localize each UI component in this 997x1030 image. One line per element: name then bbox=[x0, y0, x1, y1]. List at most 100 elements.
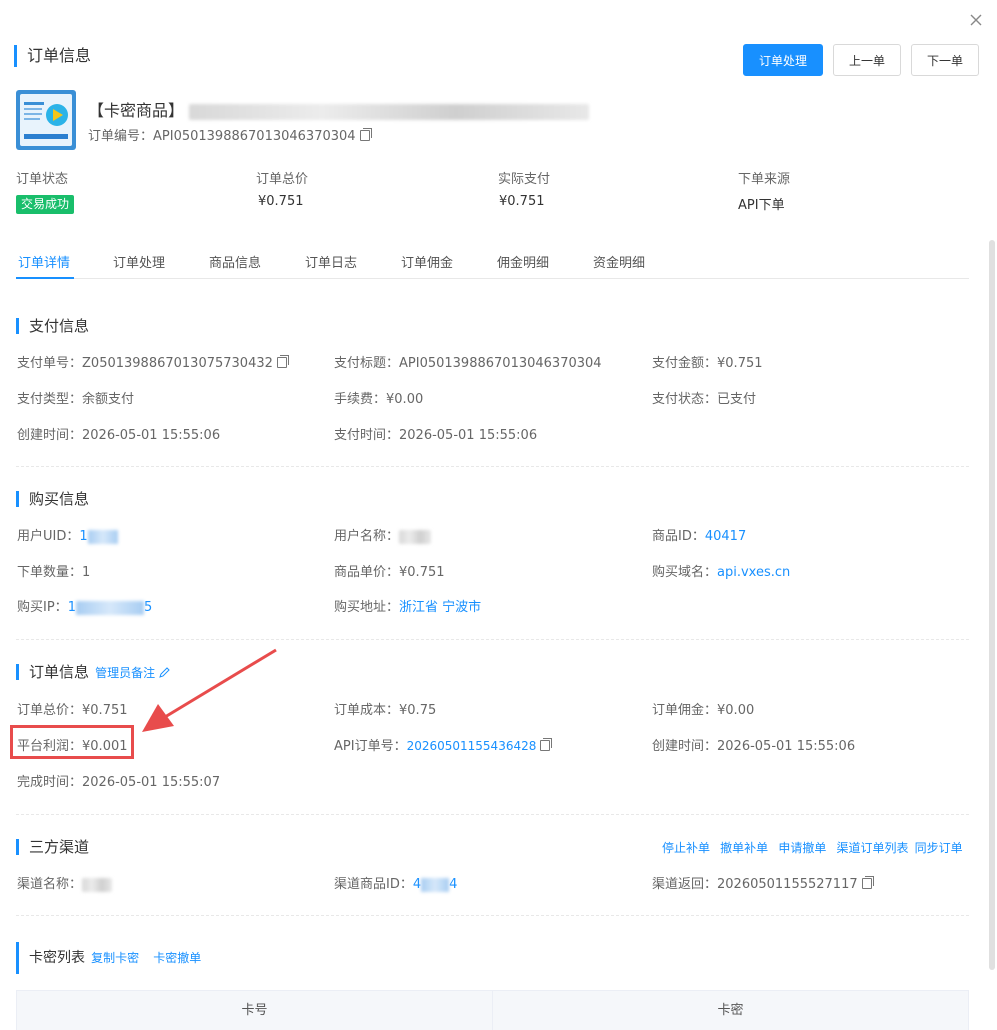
buy-domain-label: 购买域名： bbox=[652, 565, 718, 580]
order-commission-value: ¥0.00 bbox=[717, 703, 755, 718]
tab-order-commission[interactable]: 订单佣金 bbox=[401, 252, 453, 271]
pay-time-label: 支付时间： bbox=[334, 428, 400, 443]
channel-goods-id-end[interactable]: 4 bbox=[449, 877, 457, 892]
section-title-buy: 购买信息 bbox=[16, 491, 89, 507]
pay-status-value: 已支付 bbox=[717, 392, 757, 407]
pay-type: 支付类型：余额支付 bbox=[17, 388, 134, 407]
order-profit-label: 平台利润： bbox=[17, 739, 83, 754]
redacted-channel-goods-id bbox=[421, 877, 450, 892]
prev-order-button[interactable]: 上一单 bbox=[833, 44, 901, 76]
pay-no-value: Z05013988670130757304​32 bbox=[82, 356, 273, 371]
summary-label-status: 订单状态 bbox=[16, 172, 69, 187]
buy-goods-id-value[interactable]: 40417 bbox=[705, 529, 746, 544]
pay-time: 支付时间：2026-05-01 15:55:06 bbox=[334, 424, 537, 443]
copy-icon[interactable] bbox=[540, 738, 553, 751]
order-done-value: 2026-05-01 15:55:07 bbox=[82, 775, 221, 790]
channel-return-value: 20260501155527117 bbox=[717, 877, 858, 892]
pay-type-value: 余额支付 bbox=[82, 392, 135, 407]
channel-goods-id-label: 渠道商品ID： bbox=[334, 877, 413, 892]
section-title-cards-text: 卡密列表 bbox=[29, 950, 85, 966]
buy-uid-label: 用户UID： bbox=[17, 529, 80, 544]
pay-status-label: 支付状态： bbox=[652, 392, 718, 407]
copy-icon[interactable] bbox=[861, 876, 874, 889]
close-icon[interactable] bbox=[968, 12, 984, 28]
tab-order-detail[interactable]: 订单详情 bbox=[18, 252, 70, 271]
tab-commission-detail[interactable]: 佣金明细 bbox=[497, 252, 549, 271]
pay-created-value: 2026-05-01 15:55:06 bbox=[82, 428, 221, 443]
order-commission-label: 订单佣金： bbox=[652, 703, 718, 718]
redacted-product-name bbox=[189, 103, 590, 120]
order-api-no-label: API订单号： bbox=[334, 739, 407, 754]
pay-status: 支付状态：已支付 bbox=[652, 388, 756, 407]
apply-revoke-link[interactable]: 申请撤单 bbox=[778, 841, 826, 855]
buy-ip-label: 购买IP： bbox=[17, 600, 68, 615]
pay-created: 创建时间：2026-05-01 15:55:06 bbox=[17, 424, 220, 443]
order-api-no: API订单号：20260501155436428 bbox=[334, 735, 553, 754]
cards-table-header: 卡号 卡密 bbox=[16, 990, 969, 1030]
order-number: 订单编号：API05013988670130463703​04 bbox=[88, 125, 372, 144]
tab-order-process[interactable]: 订单处理 bbox=[113, 252, 165, 271]
buy-ip-end[interactable]: 5 bbox=[144, 600, 152, 615]
tabs-baseline bbox=[16, 278, 969, 279]
summary-paid: ¥0.751 bbox=[499, 194, 545, 209]
order-total: 订单总价：¥0.751 bbox=[17, 699, 128, 718]
col-card-no: 卡号 bbox=[17, 991, 493, 1030]
pay-amount-label: 支付金额： bbox=[652, 356, 718, 371]
buy-address: 购买地址：浙江省 宁波市 bbox=[334, 596, 481, 615]
card-revoke-link[interactable]: 卡密撤单 bbox=[153, 951, 201, 965]
next-order-button[interactable]: 下一单 bbox=[911, 44, 979, 76]
buy-address-label: 购买地址： bbox=[334, 600, 400, 615]
summary-source: API下单 bbox=[738, 198, 785, 213]
order-done-label: 完成时间： bbox=[17, 775, 83, 790]
order-done: 完成时间：2026-05-01 15:55:07 bbox=[17, 771, 220, 790]
channel-goods-id-start[interactable]: 4 bbox=[413, 877, 421, 892]
stop-resupply-link[interactable]: 停止补单 bbox=[662, 841, 710, 855]
order-created-value: 2026-05-01 15:55:06 bbox=[717, 739, 856, 754]
buy-domain: 购买域名：api.vxes.cn bbox=[652, 561, 790, 580]
buy-address-city[interactable]: 宁波市 bbox=[442, 600, 481, 615]
scrollbar[interactable] bbox=[989, 240, 995, 970]
channel-name: 渠道名称： bbox=[17, 873, 113, 892]
order-process-button[interactable]: 订单处理 bbox=[743, 44, 823, 76]
redacted-username bbox=[399, 529, 432, 544]
buy-goods-id-label: 商品ID： bbox=[652, 529, 705, 544]
tab-active-indicator bbox=[16, 277, 74, 279]
annotation-arrow bbox=[142, 648, 277, 732]
pay-title-label: 支付标题： bbox=[334, 356, 400, 371]
tab-goods-info[interactable]: 商品信息 bbox=[209, 252, 261, 271]
pay-fee-value: ¥0.00 bbox=[386, 392, 424, 407]
buy-address-province[interactable]: 浙江省 bbox=[399, 600, 438, 615]
order-cost-label: 订单成本： bbox=[334, 703, 400, 718]
pay-type-label: 支付类型： bbox=[17, 392, 83, 407]
copy-cards-link[interactable]: 复制卡密 bbox=[91, 951, 139, 965]
pay-no: 支付单号：Z05013988670130757304​32 bbox=[17, 352, 289, 371]
product-name-prefix: 【卡密商品】 bbox=[88, 101, 185, 120]
channel-goods-id: 渠道商品ID：4 4 bbox=[334, 873, 457, 892]
order-api-no-value[interactable]: 20260501155436428 bbox=[407, 739, 537, 753]
summary-label-paid: 实际支付 bbox=[498, 172, 551, 187]
order-created-label: 创建时间： bbox=[652, 739, 718, 754]
sync-order-link[interactable]: 同步订单 bbox=[915, 841, 963, 855]
redacted-uid bbox=[87, 529, 118, 544]
buy-uid-value[interactable]: 1 bbox=[79, 529, 87, 544]
summary-label-source: 下单来源 bbox=[738, 172, 791, 187]
buy-username: 用户名称： bbox=[334, 525, 432, 544]
buy-price: 商品单价：¥0.751 bbox=[334, 561, 445, 580]
order-no-value: API05013988670130463703​04 bbox=[153, 129, 356, 144]
buy-goods-id: 商品ID：40417 bbox=[652, 525, 746, 544]
buy-domain-value[interactable]: api.vxes.cn bbox=[717, 565, 790, 580]
copy-icon[interactable] bbox=[359, 128, 372, 141]
col-card-secret: 卡密 bbox=[717, 1003, 744, 1018]
order-profit-value: ¥0.001 bbox=[82, 739, 128, 754]
buy-ip-start[interactable]: 1 bbox=[68, 600, 76, 615]
divider bbox=[16, 466, 969, 467]
copy-icon[interactable] bbox=[276, 355, 289, 368]
pay-title: 支付标题：API05013988670130463703​04 bbox=[334, 352, 602, 371]
channel-order-list-link[interactable]: 渠道订单列表 bbox=[836, 841, 908, 855]
channel-actions: 停止补单 撤单补单 申请撤单 渠道订单列表 同步订单 bbox=[662, 839, 963, 856]
tab-fund-detail[interactable]: 资金明细 bbox=[593, 252, 645, 271]
tab-order-log[interactable]: 订单日志 bbox=[305, 252, 357, 271]
channel-return-label: 渠道返回： bbox=[652, 877, 718, 892]
revoke-resupply-link[interactable]: 撤单补单 bbox=[720, 841, 768, 855]
summary-total: ¥0.751 bbox=[258, 194, 304, 209]
